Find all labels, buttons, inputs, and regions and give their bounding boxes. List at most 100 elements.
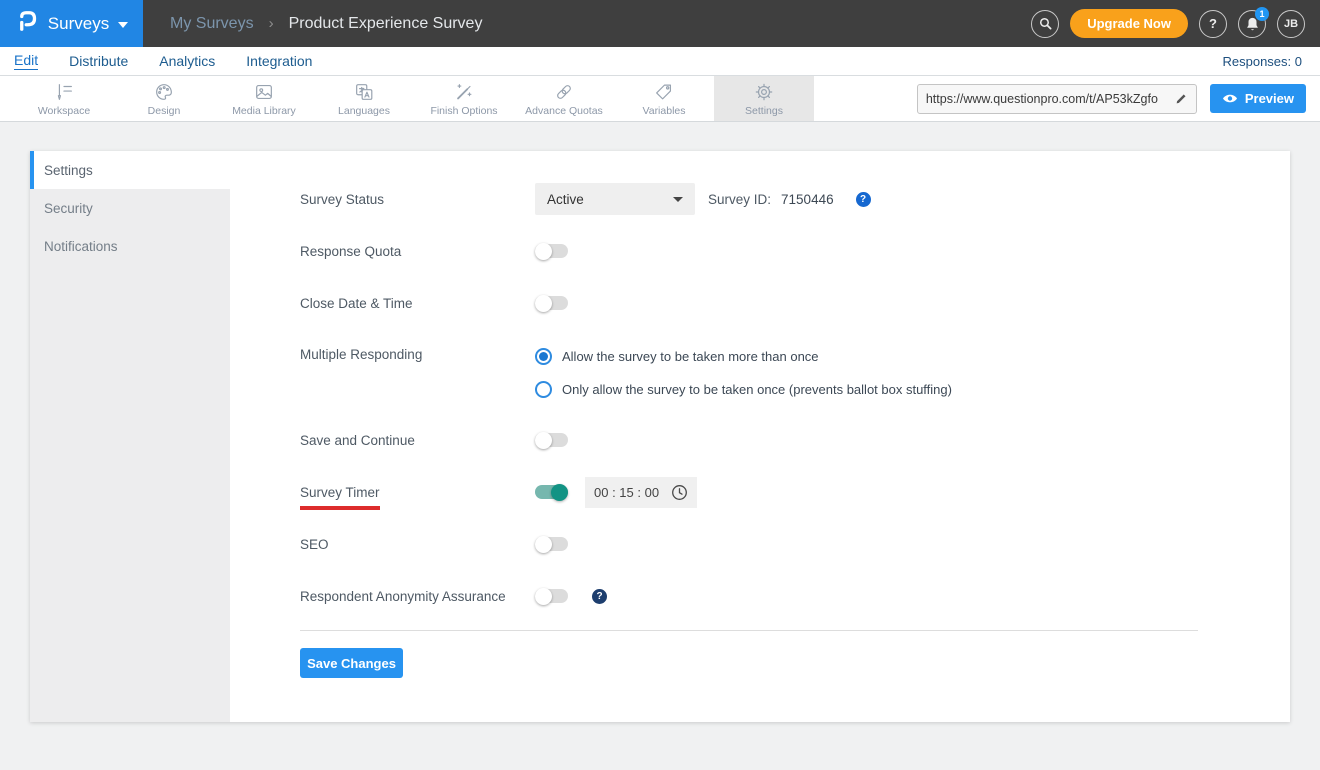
response-quota-row: Response Quota xyxy=(300,225,1290,277)
survey-status-value: Active xyxy=(547,191,584,207)
close-date-row: Close Date & Time xyxy=(300,277,1290,329)
questionpro-logo-icon xyxy=(15,8,39,39)
multiple-responding-label: Multiple Responding xyxy=(300,347,423,362)
anonymity-help-icon[interactable]: ? xyxy=(592,588,607,604)
sidebar-item-notifications[interactable]: Notifications xyxy=(30,227,230,265)
design-palette-icon xyxy=(156,83,172,100)
workspace-icon xyxy=(57,83,72,100)
toggle-knob xyxy=(535,587,552,605)
eye-icon xyxy=(1222,94,1237,103)
toggle-knob xyxy=(535,431,552,449)
tab-edit[interactable]: Edit xyxy=(14,47,39,75)
seo-toggle[interactable] xyxy=(535,535,568,553)
save-changes-button[interactable]: Save Changes xyxy=(300,648,403,678)
toolbar-item-workspace[interactable]: Workspace xyxy=(14,76,114,121)
save-and-continue-row: Save and Continue xyxy=(300,414,1290,466)
notification-count-badge: 1 xyxy=(1255,6,1269,21)
toolbar-item-design[interactable]: Design xyxy=(114,76,214,121)
settings-main-panel: Survey Status Active Survey ID: 7150446 … xyxy=(230,151,1290,722)
radio-unselected-icon[interactable] xyxy=(535,381,552,398)
toolbar-item-advance-quotas[interactable]: Advance Quotas xyxy=(514,76,614,121)
toolbar-right: Preview xyxy=(916,76,1320,121)
save-and-continue-toggle[interactable] xyxy=(535,431,568,449)
breadcrumb-my-surveys[interactable]: My Surveys xyxy=(170,15,254,33)
seo-row: SEO xyxy=(300,518,1290,570)
survey-timer-toggle[interactable] xyxy=(535,483,568,501)
chevron-down-icon xyxy=(118,21,129,28)
product-switcher[interactable]: Surveys xyxy=(0,0,143,47)
variables-tag-icon xyxy=(656,84,672,99)
response-quota-toggle[interactable] xyxy=(535,242,568,260)
breadcrumb: My Surveys › Product Experience Survey xyxy=(170,15,482,33)
edit-toolbar: Workspace Design Media Library Languages xyxy=(0,76,1320,122)
responses-count: Responses: 0 xyxy=(1222,53,1303,69)
survey-id-label: Survey ID: xyxy=(708,191,772,207)
search-icon xyxy=(1039,17,1052,30)
toolbar-item-variables[interactable]: Variables xyxy=(614,76,714,121)
survey-id-help-icon[interactable]: ? xyxy=(855,191,871,207)
survey-url-box xyxy=(916,83,1197,114)
edit-url-pencil-icon[interactable] xyxy=(1174,92,1188,106)
question-mark-icon: ? xyxy=(1209,16,1217,31)
clock-icon xyxy=(672,484,687,500)
survey-timer-time-input[interactable]: 00 : 15 : 00 xyxy=(585,476,697,508)
toggle-knob xyxy=(535,535,552,553)
survey-timer-row: Survey Timer 00 : 15 : 00 xyxy=(300,466,1290,518)
close-date-toggle[interactable] xyxy=(535,294,568,312)
settings-gear-icon xyxy=(755,83,773,100)
settings-sidebar: Settings Security Notifications xyxy=(30,151,230,722)
finish-options-wand-icon xyxy=(457,83,472,99)
sidebar-item-security[interactable]: Security xyxy=(30,189,230,227)
survey-status-row: Survey Status Active Survey ID: 7150446 … xyxy=(300,173,1290,225)
toolbar-item-finish-options[interactable]: Finish Options xyxy=(414,76,514,121)
top-bar: Surveys My Surveys › Product Experience … xyxy=(0,0,1320,47)
toolbar-item-settings[interactable]: Settings xyxy=(714,76,814,121)
app-name: Surveys xyxy=(47,13,110,33)
toolbar-item-languages[interactable]: Languages xyxy=(314,76,414,121)
tab-distribute[interactable]: Distribute xyxy=(69,47,128,75)
sidebar-item-settings[interactable]: Settings xyxy=(30,151,230,189)
search-button[interactable] xyxy=(1031,9,1060,38)
toggle-knob xyxy=(551,483,568,501)
radio-selected-icon[interactable] xyxy=(535,348,552,365)
toggle-knob xyxy=(535,294,552,312)
radio-option-only-once[interactable]: Only allow the survey to be taken once (… xyxy=(535,373,952,406)
languages-icon xyxy=(356,83,373,100)
media-library-icon xyxy=(256,84,272,99)
top-bar-actions: Upgrade Now ? 1 JB xyxy=(1031,6,1320,38)
survey-url-input[interactable] xyxy=(925,91,1174,106)
help-button[interactable]: ? xyxy=(1199,9,1227,38)
multiple-responding-options: Allow the survey to be taken more than o… xyxy=(535,329,952,406)
radio-option-allow-multiple[interactable]: Allow the survey to be taken more than o… xyxy=(535,340,952,373)
toolbar-item-media-library[interactable]: Media Library xyxy=(214,76,314,121)
survey-timer-label: Survey Timer xyxy=(300,484,380,510)
toggle-knob xyxy=(535,242,552,260)
respondent-anonymity-row: Respondent Anonymity Assurance ? xyxy=(300,570,1290,622)
avatar-initials: JB xyxy=(1283,17,1299,30)
survey-id-value: 7150446 xyxy=(781,191,834,207)
save-and-continue-label: Save and Continue xyxy=(300,432,415,448)
content-area: Settings Security Notifications Survey S… xyxy=(0,122,1320,769)
form-divider xyxy=(300,630,1198,631)
seo-label: SEO xyxy=(300,536,329,552)
upgrade-now-button[interactable]: Upgrade Now xyxy=(1070,9,1188,38)
close-date-label: Close Date & Time xyxy=(300,295,413,311)
multiple-responding-row: Multiple Responding Allow the survey to … xyxy=(300,329,1290,414)
response-quota-label: Response Quota xyxy=(300,243,402,259)
settings-card: Settings Security Notifications Survey S… xyxy=(30,151,1290,722)
respondent-anonymity-label: Respondent Anonymity Assurance xyxy=(300,588,506,604)
chevron-down-icon xyxy=(673,196,683,202)
notifications-button[interactable]: 1 xyxy=(1238,6,1269,38)
tab-analytics[interactable]: Analytics xyxy=(159,47,215,75)
breadcrumb-separator-icon: › xyxy=(268,15,274,32)
advance-quotas-link-icon xyxy=(557,84,571,99)
survey-status-select[interactable]: Active xyxy=(535,183,695,215)
respondent-anonymity-toggle[interactable] xyxy=(535,587,568,605)
section-tabs: Edit Distribute Analytics Integration Re… xyxy=(0,47,1320,76)
page-title: Product Experience Survey xyxy=(288,14,483,32)
preview-button[interactable]: Preview xyxy=(1209,84,1306,113)
tab-integration[interactable]: Integration xyxy=(246,47,312,75)
survey-status-label: Survey Status xyxy=(300,191,385,207)
timer-value: 00 : 15 : 00 xyxy=(594,484,660,500)
user-avatar[interactable]: JB xyxy=(1277,9,1305,38)
